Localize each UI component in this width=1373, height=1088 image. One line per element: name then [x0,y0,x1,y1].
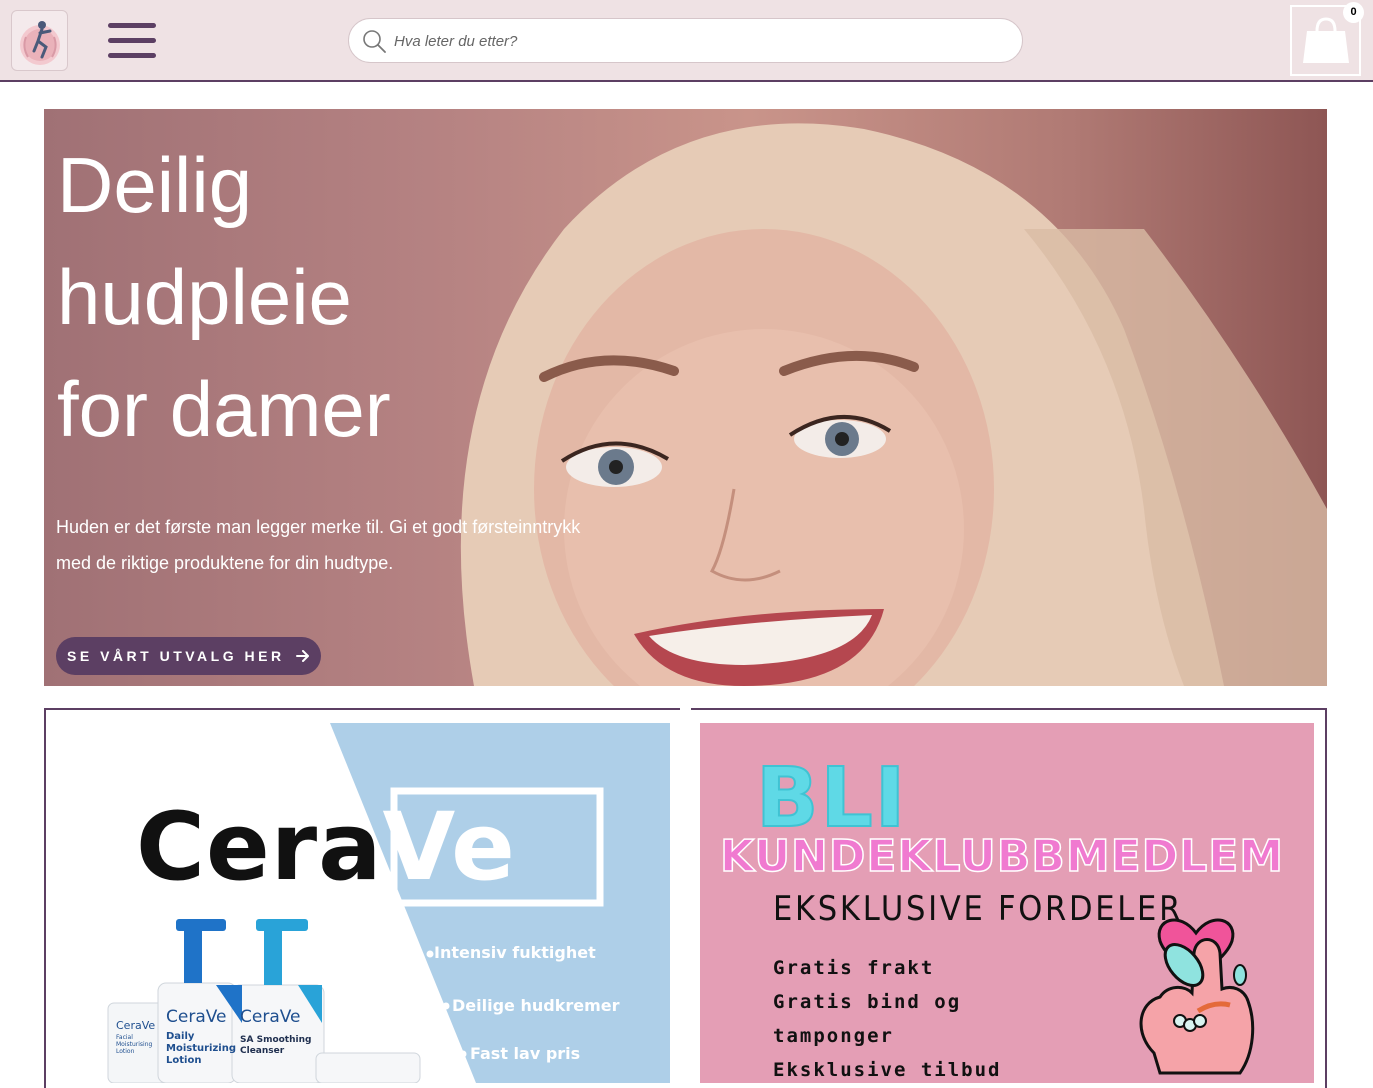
shopping-bag-icon [1303,17,1349,63]
club-benefit-item: Gratis bind og [773,991,962,1013]
cerave-benefit-item: Deilige hudkremer [452,996,620,1015]
site-header: 0 [0,0,1373,82]
customer-club-banner[interactable]: BLI KUNDEKLUBBMEDLEM EKSKLUSIVE FORDELER… [700,723,1314,1083]
product-label: CeraVe [166,1007,227,1027]
hero-title-line: Deilig [57,141,253,229]
club-benefit-item: tamponger [773,1025,894,1047]
cerave-benefit-item: Intensiv fuktighet [434,943,596,962]
hero-description-line: Huden er det første man legger merke til… [56,517,581,537]
product-label: CeraVe [240,1007,301,1027]
club-benefits-list: Gratis frakt Gratis bind og tamponger Ek… [773,951,1001,1083]
shop-range-button-label: SE VÅRT UTVALG HER [67,648,285,664]
cerave-benefit-item: Fast lav pris [470,1044,581,1063]
hero-description: Huden er det første man legger merke til… [56,509,636,581]
hero-title-line: for damer [57,365,391,453]
hamburger-menu-icon[interactable] [108,22,158,60]
search-input[interactable] [394,29,994,53]
cerave-brand-part: Ve [382,793,516,902]
menu-bar [108,53,156,58]
search-bar [348,18,1023,63]
heart-hand-icon [1139,918,1255,1075]
shop-range-button[interactable]: SE VÅRT UTVALG HER [56,637,321,675]
product-name: Daily Moisturizing Lotion [166,1031,236,1066]
cerave-brand: CeraVe [136,793,516,902]
arrow-right-icon [295,650,309,662]
cart-count-badge: 0 [1343,2,1364,23]
club-benefit-item: Gratis frakt [773,957,935,979]
cerave-banner[interactable]: CeraVe CeraVe Facial Moisturising Lotion… [46,723,670,1083]
promo-card-cerave[interactable]: CeraVe CeraVe Facial Moisturising Lotion… [44,708,680,1088]
hero-banner: Deilig hudpleie for damer Huden er det f… [44,109,1327,686]
club-headline-member: KUNDEKLUBBMEDLEM [719,830,1285,883]
logo-icon [20,21,60,65]
logo[interactable] [11,10,68,71]
club-benefit-item: Eksklusive tilbud [773,1059,1002,1081]
search-icon[interactable] [361,28,387,54]
menu-bar [108,23,156,28]
product-label: CeraVe [116,1019,156,1032]
product-name: SA Smoothing Cleanser [240,1035,312,1056]
hero-description-line: med de riktige produktene for din hudtyp… [56,553,394,573]
cerave-brand-part: Cera [136,793,383,902]
hero-title: Deilig hudpleie for damer [57,129,617,465]
menu-bar [108,38,156,43]
hero-title-line: hudpleie [57,253,352,341]
product-name: Facial Moisturising Lotion [116,1034,153,1055]
promo-card-customer-club[interactable]: BLI KUNDEKLUBBMEDLEM EKSKLUSIVE FORDELER… [691,708,1327,1088]
